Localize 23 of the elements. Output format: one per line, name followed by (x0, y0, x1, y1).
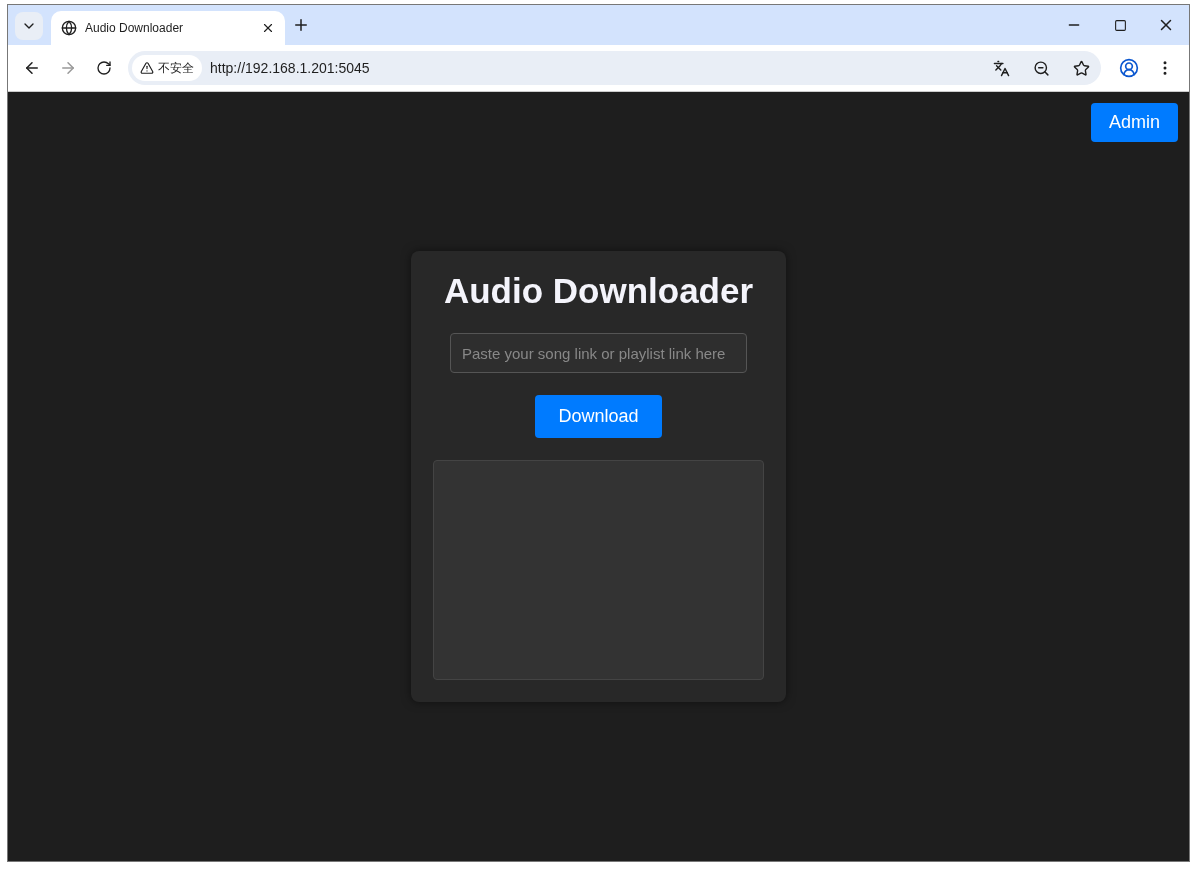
reload-icon[interactable] (96, 60, 112, 76)
tab-list-button[interactable] (15, 12, 43, 40)
close-tab-icon[interactable] (261, 21, 275, 35)
new-tab-icon[interactable] (292, 16, 310, 34)
zoom-out-icon[interactable] (1032, 59, 1050, 77)
tab-title: Audio Downloader (85, 21, 185, 35)
forward-icon[interactable] (59, 59, 77, 77)
browser-tab[interactable]: Audio Downloader (51, 11, 285, 45)
star-icon[interactable] (1072, 59, 1090, 77)
download-button[interactable]: Download (535, 395, 662, 438)
url-text: http://192.168.1.201:5045 (210, 60, 371, 76)
globe-icon (61, 20, 77, 36)
translate-icon[interactable] (992, 59, 1010, 77)
link-input-field[interactable]: Paste your song link or playlist link here (450, 333, 747, 373)
admin-button[interactable]: Admin (1090, 103, 1178, 142)
security-label: 不安全 (158, 59, 194, 77)
profile-icon[interactable] (1119, 58, 1139, 78)
maximize-icon[interactable] (1113, 18, 1127, 32)
warning-icon (140, 61, 154, 75)
back-icon[interactable] (23, 59, 41, 77)
page-title: Audio Downloader (443, 271, 754, 311)
security-chip[interactable]: 不安全 (132, 55, 202, 81)
address-bar[interactable]: 不安全 http://192.168.1.201:5045 (128, 51, 1101, 85)
